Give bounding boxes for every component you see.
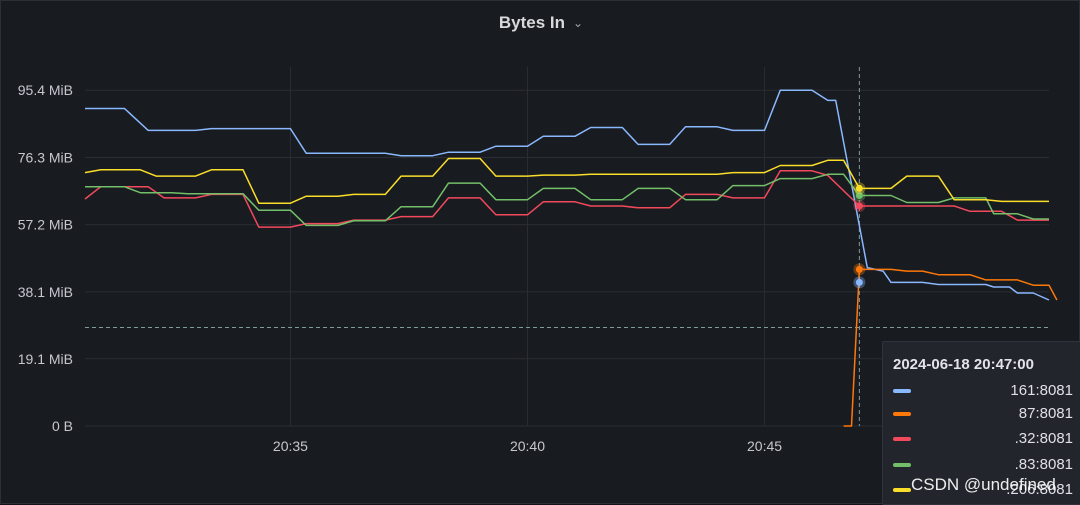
y-tick-label: 95.4 MiB	[18, 82, 73, 98]
y-tick-label: 19.1 MiB	[18, 351, 73, 367]
tooltip-series-label: .32:8081	[1014, 430, 1073, 447]
series-color-swatch	[893, 463, 911, 467]
series-color-swatch	[893, 412, 911, 416]
series-color-swatch	[893, 437, 911, 441]
series-color-swatch	[893, 488, 911, 492]
tooltip-series-label: 87:8081	[1018, 405, 1073, 422]
tooltip-series-label: .83:8081	[1014, 456, 1073, 473]
y-tick-label: 76.3 MiB	[18, 149, 73, 165]
tooltip-time: 2024-06-18 20:47:00	[893, 356, 1034, 373]
y-tick-label: 57.2 MiB	[18, 217, 73, 233]
hover-point	[855, 202, 863, 210]
hover-point	[855, 184, 863, 192]
y-tick-label: 0 B	[52, 418, 73, 434]
tooltip-row: 87:8081	[893, 405, 1073, 423]
tooltip-series-label: 161:8081	[1010, 382, 1073, 399]
tooltip-row: .32:8081	[893, 430, 1073, 448]
tooltip-row: .83:8081	[893, 456, 1073, 474]
series-line	[84, 157, 1049, 204]
series-color-swatch	[893, 389, 911, 393]
x-tick-label: 20:35	[273, 438, 308, 454]
series-line	[84, 170, 1049, 228]
watermark: CSDN @undefined	[911, 475, 1056, 494]
x-tick-label: 20:45	[747, 438, 782, 454]
series-line	[85, 173, 1049, 227]
tooltip-row: 161:8081	[893, 382, 1073, 400]
hover-point	[855, 265, 863, 273]
hover-point	[855, 278, 863, 286]
x-tick-label: 20:40	[510, 438, 545, 454]
y-tick-label: 38.1 MiB	[18, 284, 73, 300]
graph-panel: Bytes In ⌄ 0 B 19.1 MiB 38.1 MiB 57.2 MiB 76…	[0, 0, 1080, 505]
